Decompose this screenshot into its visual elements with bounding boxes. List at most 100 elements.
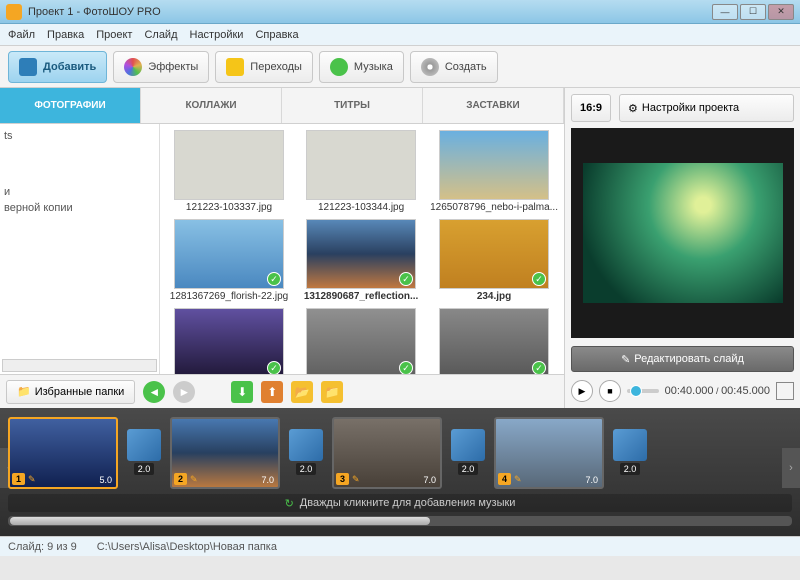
create-label: Создать (445, 61, 487, 73)
tab-collages[interactable]: КОЛЛАЖИ (141, 88, 282, 123)
tab-screensavers[interactable]: ЗАСТАВКИ (423, 88, 564, 123)
nav-back-button[interactable]: ◄ (143, 381, 165, 403)
tree-scrollbar[interactable] (2, 359, 157, 372)
thumbnail-label: 1265078796_nebo-i-palma... (430, 202, 558, 213)
timeline: ‹ › 1✎5.02.02✎7.02.03✎7.02.04✎7.02.0 ↻ Д… (0, 408, 800, 536)
maximize-button[interactable]: ☐ (740, 4, 766, 20)
current-path: C:\Users\Alisa\Desktop\Новая папка (97, 541, 277, 553)
thumbnail-item[interactable]: ✓ 1312890687_reflection... (298, 219, 424, 302)
create-button[interactable]: Создать (410, 51, 498, 83)
timeline-scrollbar[interactable] (8, 516, 792, 526)
open-folder-icon[interactable]: 📂 (291, 381, 313, 403)
check-icon: ✓ (399, 272, 413, 286)
folder-star-icon: 📁 (17, 385, 31, 398)
thumbnail-image: ✓ (306, 308, 416, 374)
app-icon (6, 4, 22, 20)
timeline-slide[interactable]: 3✎7.0 (332, 417, 442, 489)
check-icon: ✓ (399, 361, 413, 374)
thumbnail-label: 121223-103337.jpg (166, 202, 292, 213)
thumbnail-item[interactable]: ✓DSCF2282.JPG (430, 308, 558, 374)
transition-duration: 2.0 (134, 463, 155, 475)
folder-tree[interactable]: ts и верной копии (0, 124, 160, 374)
menu-settings[interactable]: Настройки (190, 29, 244, 41)
stop-button[interactable]: ■ (599, 380, 621, 402)
main-toolbar: Добавить Эффекты Переходы Музыка Создать (0, 46, 800, 88)
folder-icon[interactable]: 📁 (321, 381, 343, 403)
preview-image (583, 163, 783, 303)
thumbnail-label: 234.jpg (430, 291, 558, 302)
menu-edit[interactable]: Правка (47, 29, 84, 41)
timeline-slide[interactable]: 1✎5.0 (8, 417, 118, 489)
effects-button[interactable]: Эффекты (113, 51, 209, 83)
thumbnail-item[interactable]: ✓ 1281367269_florish-22.jpg (166, 219, 292, 302)
transition-item[interactable]: 2.0 (126, 429, 162, 477)
upload-icon[interactable]: ⬆ (261, 381, 283, 403)
project-settings-button[interactable]: ⚙ Настройки проекта (619, 94, 794, 122)
fullscreen-button[interactable] (776, 382, 794, 400)
check-icon: ✓ (532, 272, 546, 286)
transition-item[interactable]: 2.0 (612, 429, 648, 477)
refresh-icon: ↻ (285, 497, 294, 510)
thumbnail-item[interactable]: ✓74020915_975768ba1... (166, 308, 292, 374)
transition-duration: 2.0 (620, 463, 641, 475)
music-hint-label: Дважды кликните для добавления музыки (300, 497, 516, 509)
slide-number: 4 (498, 473, 511, 485)
thumbnail-label: 121223-103344.jpg (298, 202, 424, 213)
check-icon: ✓ (532, 361, 546, 374)
music-track[interactable]: ↻ Дважды кликните для добавления музыки (8, 494, 792, 512)
project-settings-label: Настройки проекта (642, 102, 739, 114)
thumbnail-image: ✓ (306, 219, 416, 289)
palette-icon (124, 58, 142, 76)
transition-icon (127, 429, 161, 461)
edit-slide-button[interactable]: ✎ Редактировать слайд (571, 346, 794, 372)
timeline-next-button[interactable]: › (782, 448, 800, 488)
thumbnail-image (439, 130, 549, 200)
download-icon[interactable]: ⬇ (231, 381, 253, 403)
timeline-slide[interactable]: 2✎7.0 (170, 417, 280, 489)
scrollbar-thumb[interactable] (10, 517, 430, 525)
thumbnail-image (306, 130, 416, 200)
close-button[interactable]: ✕ (768, 4, 794, 20)
transition-item[interactable]: 2.0 (288, 429, 324, 477)
thumbnail-image: ✓ (174, 219, 284, 289)
nav-forward-button[interactable]: ► (173, 381, 195, 403)
thumbnail-item[interactable]: ✓ 234.jpg (430, 219, 558, 302)
tab-titles[interactable]: ТИТРЫ (282, 88, 423, 123)
transition-item[interactable]: 2.0 (450, 429, 486, 477)
aspect-ratio-button[interactable]: 16:9 (571, 94, 611, 122)
play-button[interactable]: ▶ (571, 380, 593, 402)
content-tabs: ФОТОГРАФИИ КОЛЛАЖИ ТИТРЫ ЗАСТАВКИ (0, 88, 564, 124)
music-button[interactable]: Музыка (319, 51, 404, 83)
menu-project[interactable]: Проект (96, 29, 132, 41)
slide-duration: 7.0 (585, 475, 598, 485)
minimize-button[interactable]: — (712, 4, 738, 20)
thumbnail-item[interactable]: 121223-103337.jpg (166, 130, 292, 213)
check-icon: ✓ (267, 272, 281, 286)
tab-photos[interactable]: ФОТОГРАФИИ (0, 88, 141, 123)
thumbnail-label: 1312890687_reflection... (298, 291, 424, 302)
gear-icon: ⚙ (628, 102, 638, 115)
menu-help[interactable]: Справка (255, 29, 298, 41)
favorites-button[interactable]: 📁 Избранные папки (6, 380, 135, 404)
menu-slide[interactable]: Слайд (144, 29, 177, 41)
menu-file[interactable]: Файл (8, 29, 35, 41)
slide-duration: 7.0 (423, 475, 436, 485)
thumbnail-item[interactable]: 121223-103344.jpg (298, 130, 424, 213)
thumbnail-grid: 121223-103337.jpg 121223-103344.jpg 126507… (160, 124, 564, 374)
transitions-button[interactable]: Переходы (215, 51, 313, 83)
playback-controls: ▶ ■ 00:40.000 / 00:45.000 (571, 380, 794, 402)
transition-icon (451, 429, 485, 461)
thumbnail-image: ✓ (174, 308, 284, 374)
seek-handle[interactable] (630, 385, 642, 397)
pencil-icon: ✎ (28, 474, 36, 485)
thumbnail-label: 1281367269_florish-22.jpg (166, 291, 292, 302)
folder-add-icon (19, 58, 37, 76)
window-title: Проект 1 - ФотоШОУ PRO (28, 6, 712, 18)
thumbnail-item[interactable]: ✓DSCF2281.JPG (298, 308, 424, 374)
transition-icon (289, 429, 323, 461)
timeline-slide[interactable]: 4✎7.0 (494, 417, 604, 489)
transition-duration: 2.0 (296, 463, 317, 475)
seek-bar[interactable] (627, 389, 659, 393)
thumbnail-item[interactable]: 1265078796_nebo-i-palma... (430, 130, 558, 213)
add-button[interactable]: Добавить (8, 51, 107, 83)
